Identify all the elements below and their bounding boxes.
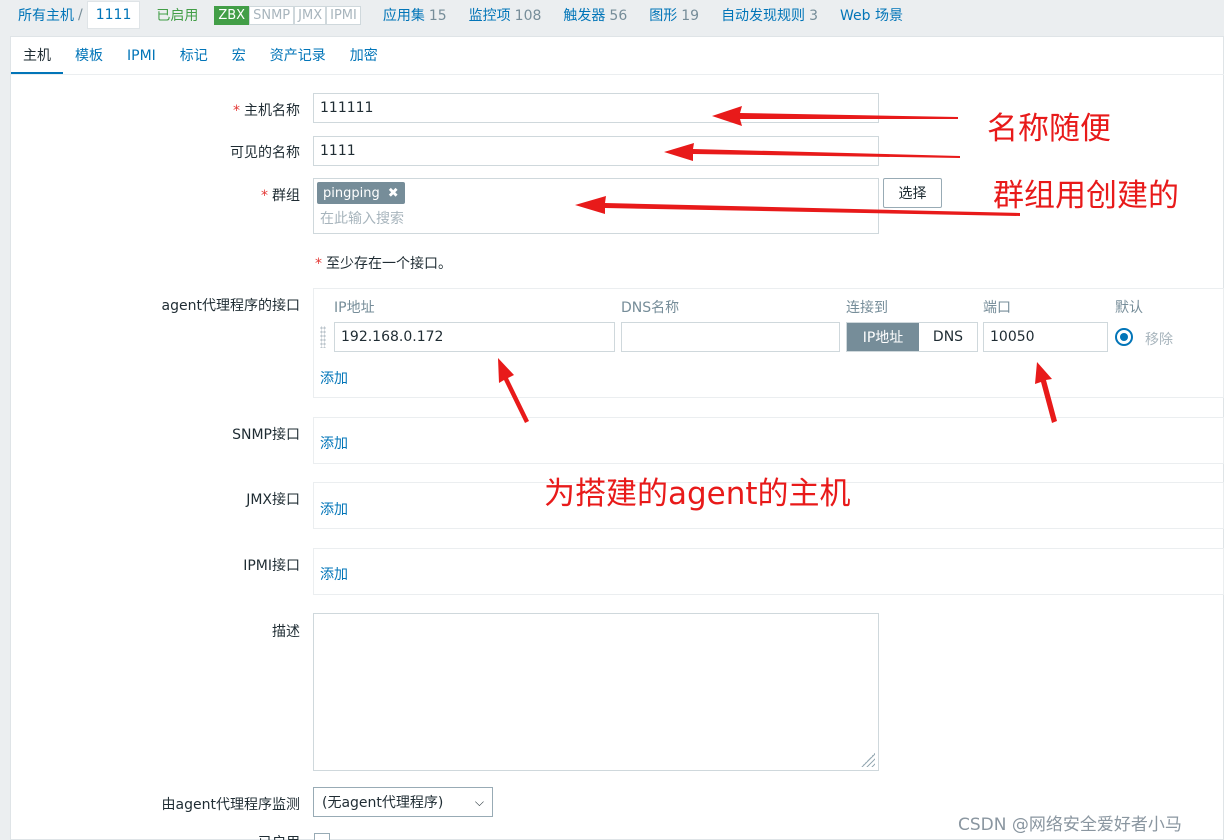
- nav-label: 应用集: [382, 8, 425, 24]
- host-name-label-text: 主机名称: [244, 103, 300, 119]
- close-icon[interactable]: ✖: [388, 186, 399, 201]
- nav-triggers[interactable]: 触发器 56: [563, 5, 627, 25]
- tab-divider: [11, 74, 1224, 75]
- nav-label: 监控项: [468, 8, 511, 24]
- availability-badges: ZBX SNMP JMX IPMI: [214, 5, 361, 25]
- agent-ip-input[interactable]: 192.168.0.172: [334, 322, 615, 352]
- breadcrumb-all-hosts[interactable]: 所有主机: [18, 5, 74, 25]
- annotation-name: 名称随便: [987, 111, 1111, 147]
- ipmi-interface-label: IPMI接口: [243, 558, 300, 574]
- nav-applications[interactable]: 应用集 15: [383, 5, 447, 25]
- description-label: 描述: [272, 624, 300, 640]
- tab-tags[interactable]: 标记: [168, 37, 220, 75]
- annotation-group: 群组用创建的: [993, 178, 1179, 214]
- group-chip: pingping ✖: [317, 182, 405, 204]
- snmp-interface-label: SNMP接口: [232, 427, 300, 443]
- tab-templates[interactable]: 模板: [63, 37, 115, 75]
- badge-snmp: SNMP: [249, 5, 295, 25]
- col-dns: DNS名称: [621, 300, 680, 316]
- drag-handle-icon[interactable]: [320, 326, 326, 348]
- tab-encryption[interactable]: 加密: [338, 37, 390, 75]
- proxy-select[interactable]: (无agent代理程序) ⌵: [313, 787, 493, 817]
- breadcrumb-separator: /: [78, 7, 83, 23]
- connect-ip-option[interactable]: IP地址: [847, 323, 919, 351]
- proxy-selected-value: (无agent代理程序): [322, 795, 444, 811]
- default-interface-radio[interactable]: [1115, 328, 1133, 346]
- nav-count: 108: [514, 8, 542, 24]
- groups-search-placeholder[interactable]: 在此输入搜索: [320, 208, 404, 228]
- description-textarea[interactable]: [313, 613, 879, 771]
- enabled-label: 已启用: [258, 832, 300, 840]
- watermark: CSDN @网络安全爱好者小马: [958, 815, 1182, 835]
- nav-label: Web 场景: [839, 8, 903, 24]
- nav-discovery-rules[interactable]: 自动发现规则 3: [721, 5, 818, 25]
- status-enabled-link[interactable]: 已启用: [156, 5, 198, 25]
- add-jmx-interface-link[interactable]: 添加: [320, 499, 348, 519]
- nav-count: 3: [809, 8, 818, 24]
- visible-name-label: 可见的名称: [230, 145, 300, 161]
- col-ip: IP地址: [334, 300, 375, 316]
- ipmi-interface-box: [313, 548, 1224, 595]
- connect-dns-option[interactable]: DNS: [919, 323, 977, 351]
- col-port: 端口: [983, 300, 1011, 316]
- select-groups-button[interactable]: 选择: [883, 178, 942, 208]
- nav-label: 触发器: [563, 8, 606, 24]
- connect-to-toggle: IP地址 DNS: [846, 322, 978, 352]
- nav-count: 15: [428, 8, 447, 24]
- col-default: 默认: [1115, 300, 1143, 316]
- nav-items[interactable]: 监控项 108: [469, 5, 542, 25]
- nav-label: 图形: [649, 8, 678, 24]
- required-marker: *: [233, 103, 240, 119]
- tab-inventory[interactable]: 资产记录: [258, 37, 338, 75]
- groups-label: * 群组: [261, 185, 300, 205]
- tab-host[interactable]: 主机: [11, 37, 63, 75]
- breadcrumb-current-host[interactable]: 1111: [86, 1, 141, 29]
- annotation-agent: 为搭建的agent的主机: [544, 476, 851, 512]
- enabled-checkbox[interactable]: [314, 833, 330, 840]
- breadcrumb-bar: 所有主机 / 1111 已启用 ZBX SNMP JMX IPMI 应用集 15 …: [0, 0, 1224, 30]
- interface-note: * 至少存在一个接口。: [315, 253, 452, 273]
- visible-name-input[interactable]: 1111: [313, 136, 879, 166]
- tab-macros[interactable]: 宏: [220, 37, 258, 75]
- agent-port-input[interactable]: 10050: [983, 322, 1108, 352]
- host-name-label: * 主机名称: [233, 100, 300, 120]
- chevron-down-icon: ⌵: [474, 794, 484, 809]
- interface-note-text: 至少存在一个接口。: [326, 256, 452, 272]
- host-name-input[interactable]: 111111: [313, 93, 879, 123]
- nav-graphs[interactable]: 图形 19: [649, 5, 699, 25]
- badge-jmx: JMX: [294, 5, 327, 25]
- resize-handle-icon[interactable]: [861, 753, 875, 767]
- group-chip-label: pingping: [323, 185, 380, 201]
- nav-count: 56: [609, 8, 628, 24]
- required-marker: *: [261, 188, 268, 204]
- add-snmp-interface-link[interactable]: 添加: [320, 433, 348, 453]
- groups-label-text: 群组: [272, 188, 300, 204]
- badge-ipmi: IPMI: [326, 5, 361, 25]
- col-connect: 连接到: [846, 300, 888, 316]
- tab-ipmi[interactable]: IPMI: [115, 37, 168, 75]
- badge-zbx: ZBX: [214, 5, 250, 25]
- remove-interface-link[interactable]: 移除: [1145, 329, 1173, 349]
- agent-dns-input[interactable]: [621, 322, 840, 352]
- add-agent-interface-link[interactable]: 添加: [320, 368, 348, 388]
- snmp-interface-box: [313, 417, 1224, 464]
- jmx-interface-label: JMX接口: [246, 492, 300, 508]
- nav-label: 自动发现规则: [721, 8, 806, 24]
- nav-web-scenarios[interactable]: Web 场景: [840, 5, 903, 25]
- proxy-label: 由agent代理程序监测: [161, 797, 300, 813]
- add-ipmi-interface-link[interactable]: 添加: [320, 564, 348, 584]
- tab-bar: 主机 模板 IPMI 标记 宏 资产记录 加密: [11, 37, 390, 75]
- agent-interface-label: agent代理程序的接口: [161, 298, 300, 314]
- nav-count: 19: [681, 8, 700, 24]
- required-marker: *: [315, 256, 322, 272]
